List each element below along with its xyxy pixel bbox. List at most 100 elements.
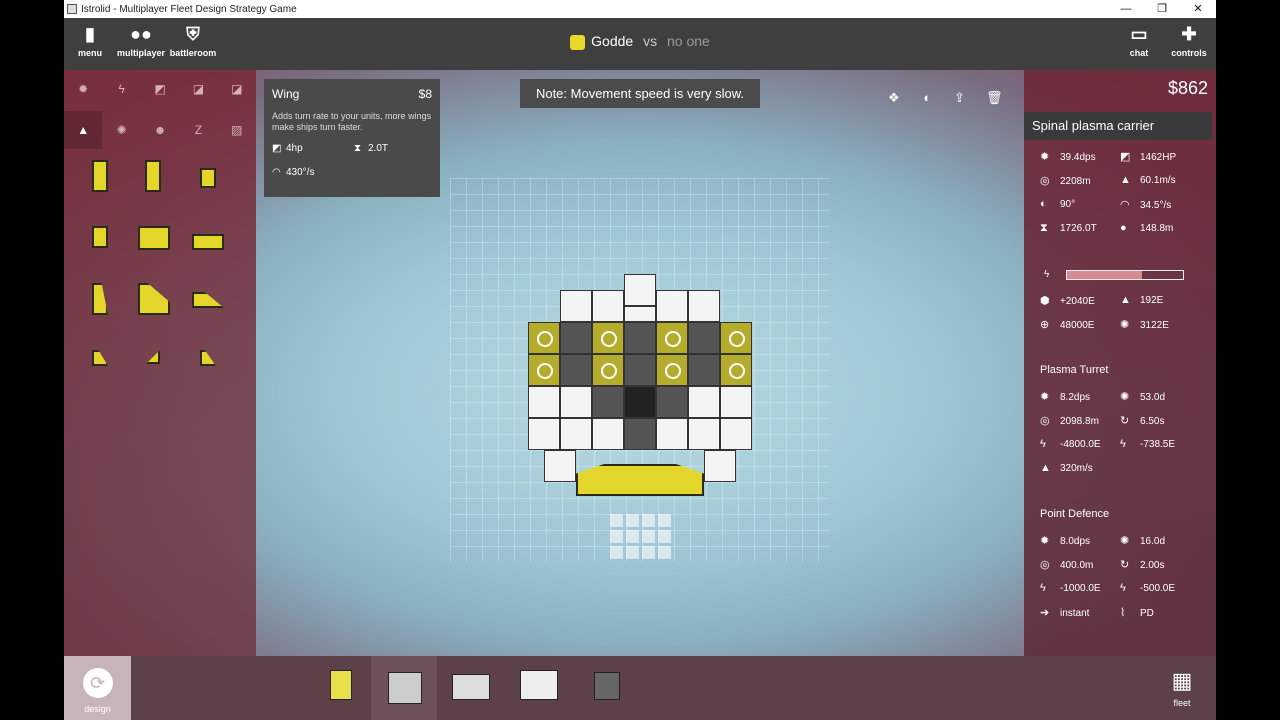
hull-block[interactable]	[656, 290, 688, 322]
tab-energy[interactable]: ϟ	[102, 70, 140, 108]
fleet-ship-3[interactable]	[448, 668, 492, 706]
controls-button[interactable]: ✚ controls	[1168, 22, 1210, 58]
part-wing-flat[interactable]	[192, 292, 224, 308]
turret-block[interactable]	[688, 290, 720, 322]
part-wing-large[interactable]	[138, 283, 170, 315]
fleet-ship-2[interactable]	[371, 656, 437, 720]
plasma-turret-block[interactable]	[560, 322, 592, 354]
player-name: Godde	[591, 33, 634, 49]
reactor-block[interactable]	[592, 354, 624, 386]
tab-z[interactable]: Z	[179, 111, 217, 149]
tab-armor[interactable]: ◩	[141, 70, 179, 108]
tab-armor-3[interactable]: ◪	[218, 70, 256, 108]
mirror-tool-icon[interactable]: ❖	[888, 90, 900, 106]
hull-block[interactable]	[592, 290, 624, 322]
move-energy-icon: ▲	[1120, 294, 1131, 306]
reactor-block[interactable]	[720, 354, 752, 386]
tooltip-part-price: $8	[418, 87, 432, 101]
battery-block[interactable]	[624, 386, 656, 418]
ship-design[interactable]	[528, 274, 752, 496]
export-tool-icon[interactable]: ⇪	[954, 90, 965, 106]
energy-icon: ϟ	[1040, 438, 1046, 450]
reactor-block[interactable]	[528, 322, 560, 354]
part-thruster-wide[interactable]	[138, 226, 170, 250]
tab-engines[interactable]: ▲	[64, 111, 103, 149]
minimize-button[interactable]: —	[1108, 0, 1144, 18]
hull-block[interactable]	[624, 306, 656, 322]
part-engine-small[interactable]	[200, 168, 216, 188]
hull-block[interactable]	[560, 386, 592, 418]
symmetry-tool-icon[interactable]: ◖	[922, 90, 930, 105]
vs-label: vs	[643, 33, 658, 49]
part-engine-large[interactable]	[92, 160, 108, 192]
chat-button[interactable]: ▭ chat	[1124, 22, 1154, 58]
maximize-button[interactable]: ❐	[1144, 0, 1180, 18]
trash-tool-icon[interactable]: 🗑	[986, 90, 1003, 106]
hull-block[interactable]	[544, 450, 576, 482]
fleet-ship-5[interactable]	[584, 668, 628, 706]
point-defence-title: Point Defence	[1040, 508, 1110, 520]
plasma-turret-block[interactable]	[688, 322, 720, 354]
range-icon: ◎	[1040, 559, 1050, 571]
hull-block[interactable]	[528, 386, 560, 418]
pt-damage: 53.0d	[1140, 392, 1166, 403]
hull-block[interactable]	[656, 418, 688, 450]
ship-turn-rate: 34.5°/s	[1140, 200, 1172, 211]
reactor-block[interactable]	[656, 322, 688, 354]
part-wing-tall[interactable]	[92, 283, 108, 315]
pd-energy-sec: -500.0E	[1140, 583, 1176, 594]
tab-ai[interactable]: ☻	[141, 111, 179, 149]
range-icon: ◎	[1040, 415, 1050, 427]
engine-block[interactable]	[576, 464, 704, 496]
fleet-button[interactable]: ▦ fleet	[1164, 664, 1200, 708]
part-wing-corner[interactable]	[200, 350, 216, 366]
energy-core-icon[interactable]	[624, 418, 656, 450]
turret-block[interactable]	[560, 290, 592, 322]
reactor-block[interactable]	[720, 322, 752, 354]
tooltip-hp: 4hp	[286, 143, 303, 154]
controls-label: controls	[1171, 48, 1207, 58]
tab-armor-2[interactable]: ◪	[179, 70, 217, 108]
hp-icon: ◩	[272, 143, 282, 154]
part-thruster[interactable]	[92, 226, 108, 248]
tab-pattern[interactable]: ▨	[218, 111, 256, 149]
tab-defence[interactable]: ✺	[102, 111, 140, 149]
arc-icon: ◐	[1040, 198, 1047, 210]
plasma-turret-block[interactable]	[624, 322, 656, 354]
part-wing-small[interactable]	[92, 350, 108, 366]
hull-block[interactable]	[720, 418, 752, 450]
energy-bar-fill	[1067, 271, 1143, 279]
ship-range: 2208m	[1060, 176, 1091, 187]
tab-weapons[interactable]: ✹	[64, 70, 102, 108]
shield-block[interactable]	[656, 386, 688, 418]
hull-block[interactable]	[624, 274, 656, 306]
turn-rate-icon: ◠	[1120, 199, 1130, 211]
dps-icon: ✹	[1040, 535, 1050, 547]
hull-block[interactable]	[720, 386, 752, 418]
part-wing-bar[interactable]	[192, 234, 224, 250]
fleet-ship-4[interactable]	[516, 668, 560, 706]
reactor-block[interactable]	[528, 354, 560, 386]
plasma-turret-block[interactable]	[624, 354, 656, 386]
energy-icon: ϟ	[1040, 582, 1046, 594]
hull-block[interactable]	[592, 418, 624, 450]
reactor-block[interactable]	[592, 322, 624, 354]
reactor-block[interactable]	[656, 354, 688, 386]
close-button[interactable]: ✕	[1180, 0, 1216, 18]
design-button[interactable]: ⟳ design	[64, 656, 131, 720]
hull-block[interactable]	[688, 386, 720, 418]
window-titlebar: Istrolid - Multiplayer Fleet Design Stra…	[64, 0, 1216, 18]
part-engine-long[interactable]	[145, 160, 161, 192]
size-icon: ●	[1120, 222, 1127, 234]
hull-block[interactable]	[704, 450, 736, 482]
plasma-turret-block[interactable]	[560, 354, 592, 386]
shield-block[interactable]	[592, 386, 624, 418]
plasma-turret-block[interactable]	[688, 354, 720, 386]
pt-reload: 6.50s	[1140, 416, 1165, 427]
hull-block[interactable]	[528, 418, 560, 450]
hull-block[interactable]	[688, 418, 720, 450]
part-wing-tiny[interactable]	[146, 350, 160, 364]
design-area: ✹ ϟ ◩ ◪ ◪ ▲ ✺ ☻ Z ▨ Wing $8 Adds turn ra…	[64, 70, 1216, 656]
hull-block[interactable]	[560, 418, 592, 450]
fleet-ship-1[interactable]	[320, 668, 364, 706]
